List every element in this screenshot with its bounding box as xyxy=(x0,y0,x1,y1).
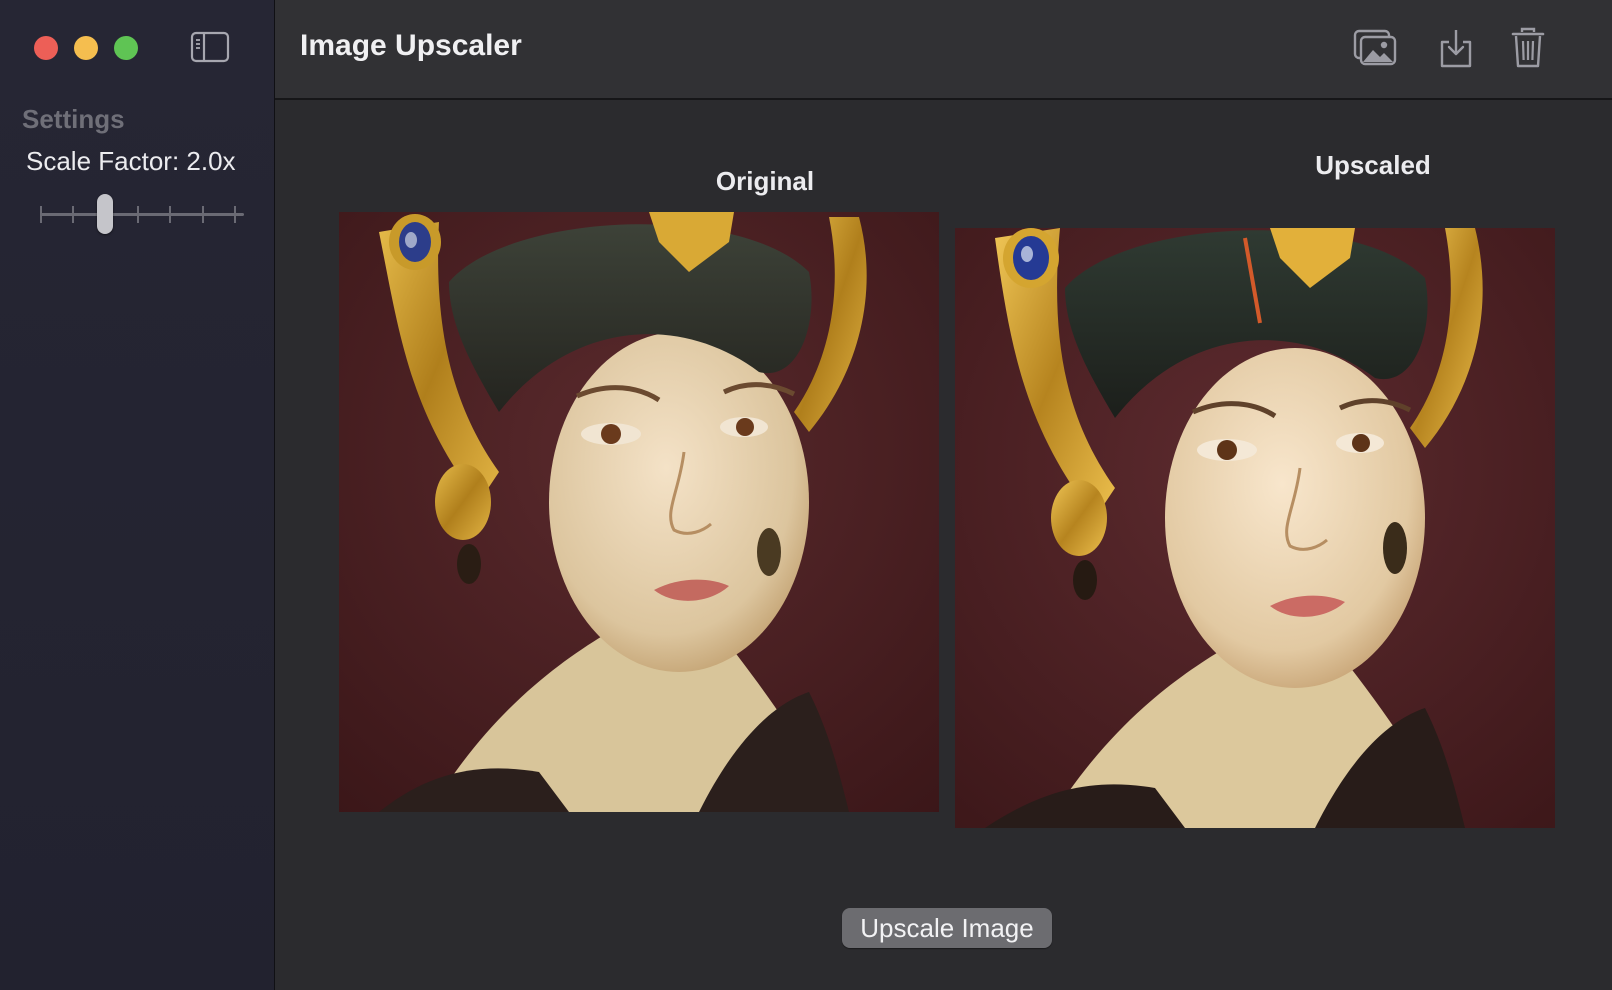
scale-factor-slider[interactable] xyxy=(40,192,244,238)
trash-icon xyxy=(1511,27,1545,68)
close-button[interactable] xyxy=(34,36,58,60)
sidebar-toggle-button[interactable] xyxy=(190,30,230,64)
portrait-original xyxy=(339,212,939,812)
slider-thumb[interactable] xyxy=(96,194,113,234)
window-controls xyxy=(34,36,138,60)
zoom-button[interactable] xyxy=(114,36,138,60)
original-image xyxy=(339,212,939,812)
portrait-upscaled xyxy=(955,228,1555,828)
app-title: Image Upscaler xyxy=(300,29,522,62)
photo-library-icon xyxy=(1353,29,1397,66)
save-image-button[interactable] xyxy=(1438,26,1474,70)
upscaled-label: Upscaled xyxy=(1315,150,1431,180)
sidebar-left-icon xyxy=(190,31,230,63)
settings-heading: Settings xyxy=(22,104,125,134)
original-label: Original xyxy=(715,166,815,196)
minimize-button[interactable] xyxy=(74,36,98,60)
download-icon xyxy=(1440,30,1472,68)
scale-factor-label: Scale Factor: 2.0x xyxy=(26,146,236,176)
toolbar: Image Upscaler xyxy=(275,0,1612,100)
main-content: Image Upscaler Original Upscaled Upscale… xyxy=(275,0,1612,990)
slider-track xyxy=(40,213,244,216)
upscaled-image xyxy=(955,228,1555,828)
upscale-image-button[interactable]: Upscale Image xyxy=(842,908,1052,948)
delete-image-button[interactable] xyxy=(1510,26,1546,70)
sidebar: Settings Scale Factor: 2.0x xyxy=(0,0,275,990)
open-image-button[interactable] xyxy=(1353,26,1397,70)
app-window: Settings Scale Factor: 2.0x Image Upscal… xyxy=(0,0,1612,990)
